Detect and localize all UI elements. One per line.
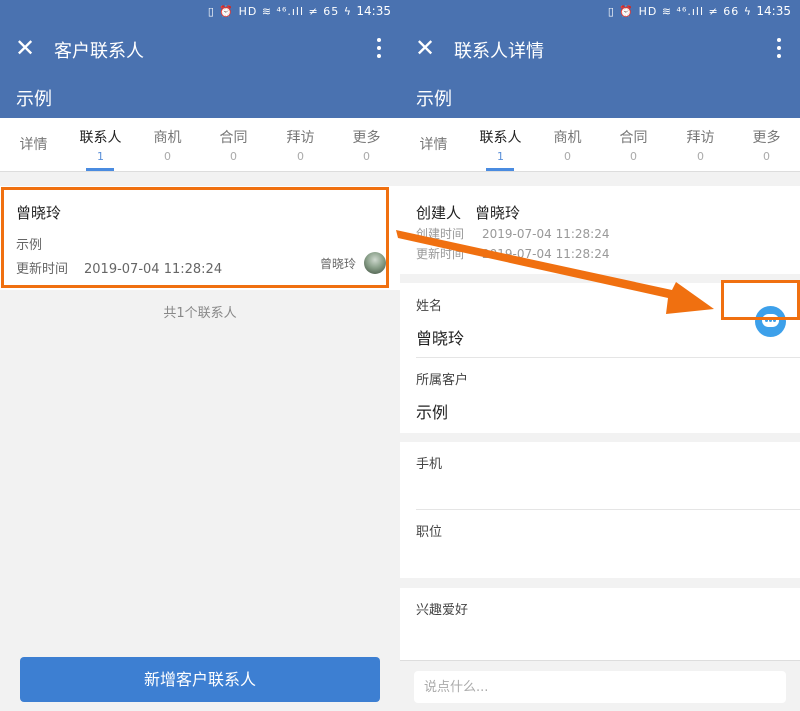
annotation-arrow <box>396 230 714 314</box>
arrow-shape <box>396 230 714 314</box>
screenshot-root: ▯ ⏰ HD ≋ ⁴⁶.ıll ≠ 65 ϟ 14:35 ✕ 客户联系人 示例 … <box>0 0 800 711</box>
